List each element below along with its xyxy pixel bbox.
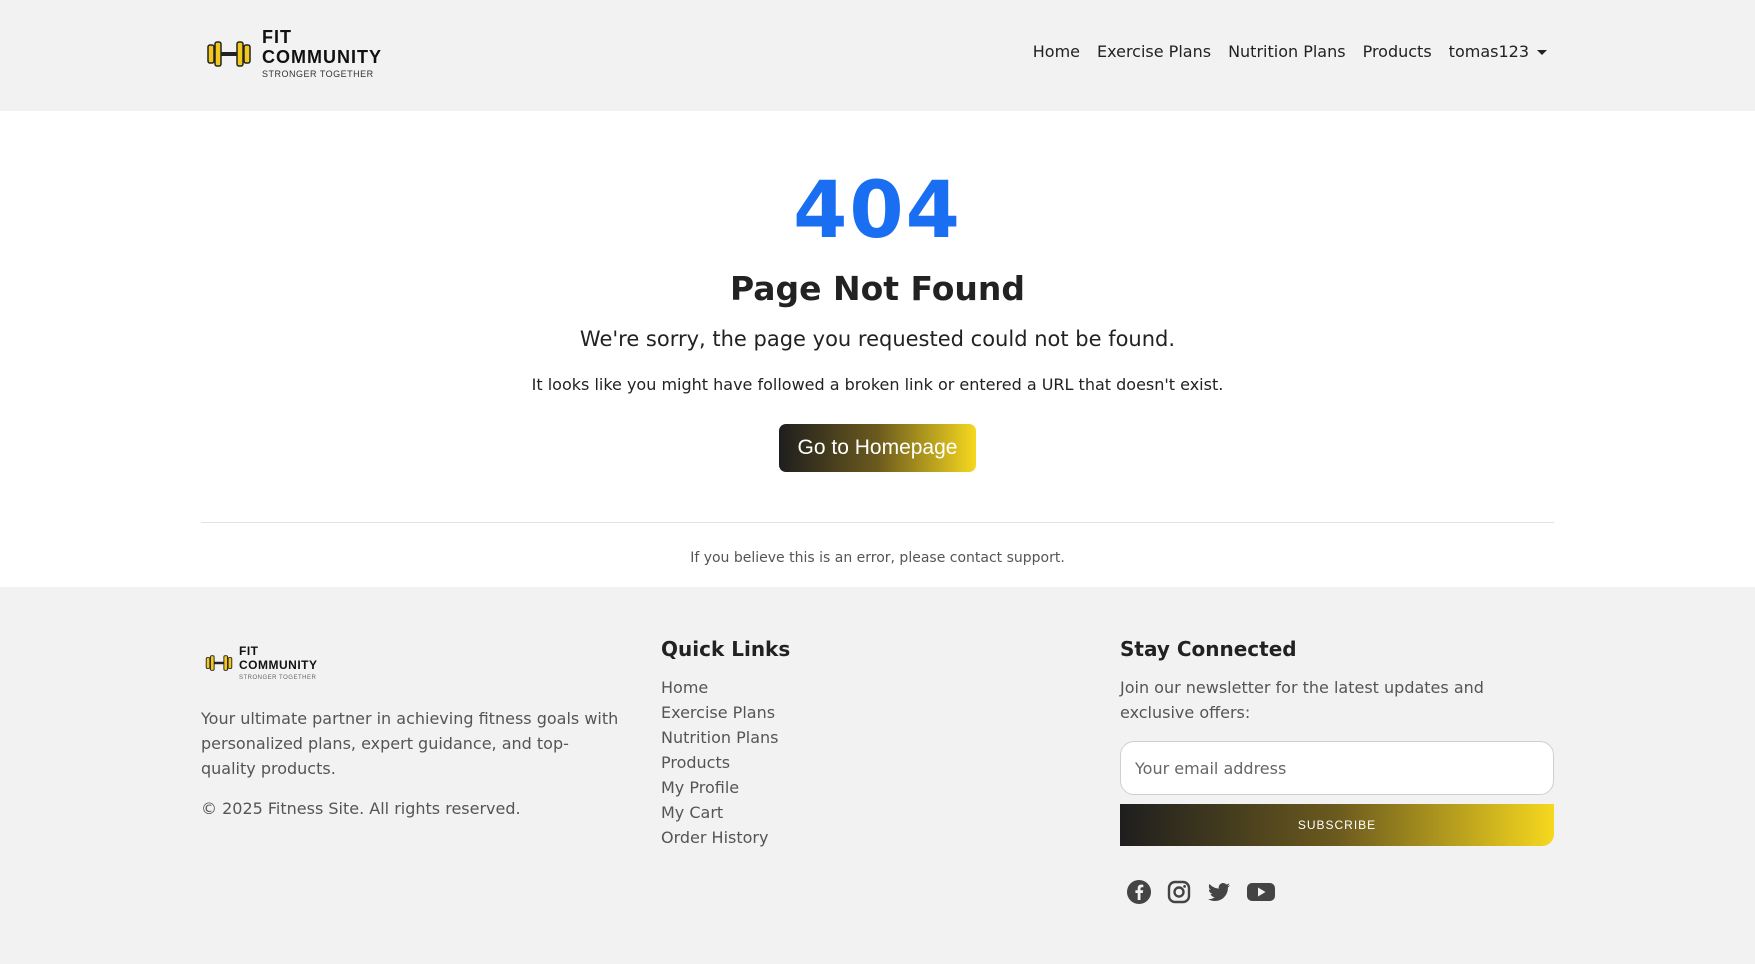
quick-link-my-cart[interactable]: My Cart xyxy=(661,800,790,825)
dumbbell-icon xyxy=(207,40,251,67)
brand-logo[interactable]: FIT COMMUNITY STRONGER TOGETHER xyxy=(206,28,382,79)
quick-link-my-profile[interactable]: My Profile xyxy=(661,775,790,800)
quick-links-list: Home Exercise Plans Nutrition Plans Prod… xyxy=(661,675,790,850)
footer-copyright: © 2025 Fitness Site. All rights reserved… xyxy=(201,799,521,818)
stay-connected-column: Stay Connected Join our newsletter for t… xyxy=(1120,637,1554,846)
subscribe-button[interactable]: SUBSCRIBE xyxy=(1120,804,1554,846)
go-to-homepage-button[interactable]: Go to Homepage xyxy=(779,424,976,472)
user-menu-dropdown[interactable]: tomas123 xyxy=(1449,42,1547,61)
quick-link-home[interactable]: Home xyxy=(661,675,790,700)
error-message: We're sorry, the page you requested coul… xyxy=(579,327,1176,351)
main-nav: Home Exercise Plans Nutrition Plans Prod… xyxy=(1033,42,1547,61)
instagram-icon[interactable] xyxy=(1166,879,1192,905)
error-hint: It looks like you might have followed a … xyxy=(531,375,1224,394)
error-section: 404 Page Not Found We're sorry, the page… xyxy=(0,111,1755,587)
user-name: tomas123 xyxy=(1448,42,1529,61)
brand-name-line1: FIT xyxy=(262,27,292,47)
nav-products[interactable]: Products xyxy=(1363,42,1432,61)
quick-link-nutrition-plans[interactable]: Nutrition Plans xyxy=(661,725,790,750)
quick-link-products[interactable]: Products xyxy=(661,750,790,775)
youtube-icon[interactable] xyxy=(1246,879,1276,905)
twitter-icon[interactable] xyxy=(1206,879,1232,905)
stay-connected-heading: Stay Connected xyxy=(1120,637,1297,661)
footer-brand-line1: FIT xyxy=(239,644,259,658)
nav-nutrition-plans[interactable]: Nutrition Plans xyxy=(1228,42,1346,61)
quick-links-column: Quick Links Home Exercise Plans Nutritio… xyxy=(661,637,790,850)
error-code: 404 xyxy=(793,166,962,256)
dumbbell-icon xyxy=(205,655,233,671)
footer-logo[interactable]: FIT COMMUNITY STRONGER TOGETHER xyxy=(205,645,318,681)
support-note: If you believe this is an error, please … xyxy=(690,550,1065,566)
brand-name-line2: COMMUNITY xyxy=(262,47,382,67)
footer-about: Your ultimate partner in achieving fitne… xyxy=(201,709,619,778)
footer-brand-tagline: STRONGER TOGETHER xyxy=(239,675,317,681)
caret-down-icon xyxy=(1537,50,1547,55)
brand-tagline: STRONGER TOGETHER xyxy=(262,69,374,79)
social-links xyxy=(1126,879,1276,905)
quick-link-exercise-plans[interactable]: Exercise Plans xyxy=(661,700,790,725)
nav-exercise-plans[interactable]: Exercise Plans xyxy=(1097,42,1211,61)
nav-home[interactable]: Home xyxy=(1033,42,1080,61)
email-field[interactable] xyxy=(1120,741,1554,795)
quick-links-heading: Quick Links xyxy=(661,637,791,661)
facebook-icon[interactable] xyxy=(1126,879,1152,905)
site-footer: FIT COMMUNITY STRONGER TOGETHER Your ult… xyxy=(0,587,1755,964)
footer-brand-line2: COMMUNITY xyxy=(239,658,318,672)
site-header: FIT COMMUNITY STRONGER TOGETHER Home Exe… xyxy=(0,0,1755,111)
page-title: Page Not Found xyxy=(729,269,1026,308)
quick-link-order-history[interactable]: Order History xyxy=(661,825,790,850)
divider xyxy=(201,522,1554,523)
newsletter-text: Join our newsletter for the latest updat… xyxy=(1120,678,1484,722)
